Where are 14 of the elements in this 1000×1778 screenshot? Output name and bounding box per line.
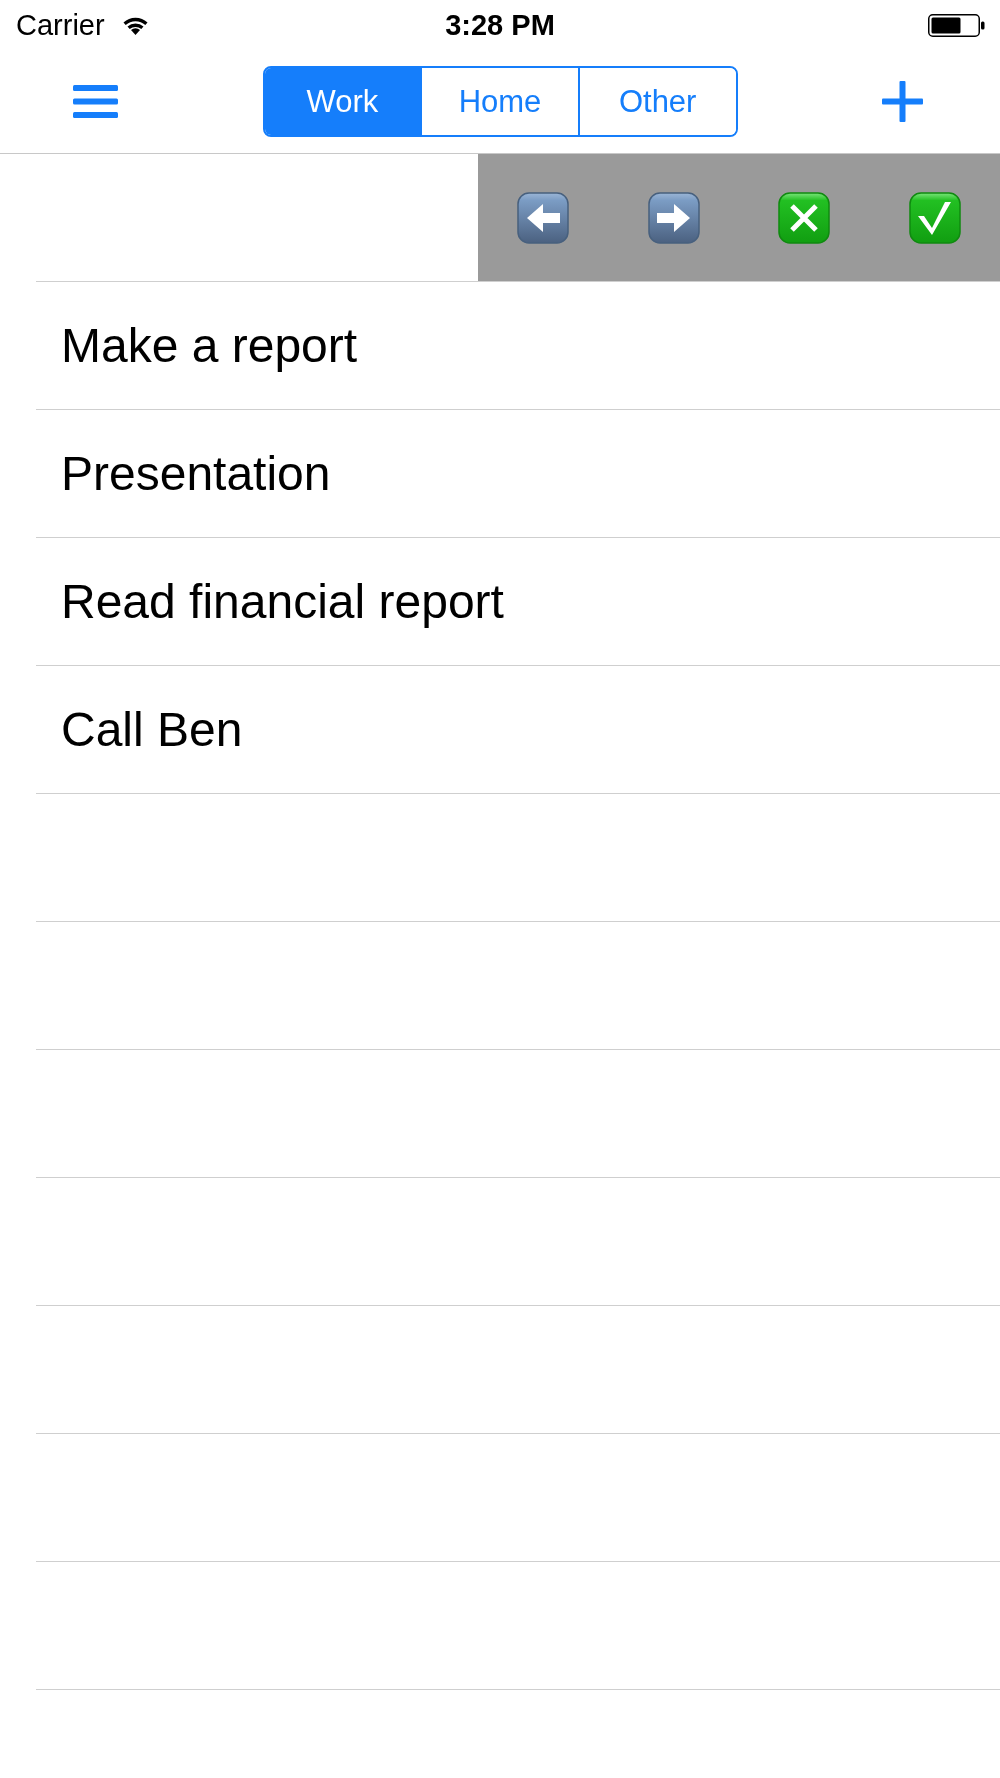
task-row[interactable]: Call Ben — [0, 666, 1000, 793]
plus-icon[interactable] — [882, 81, 923, 122]
status-time: 3:28 PM — [445, 8, 555, 42]
menu-icon[interactable] — [73, 85, 118, 118]
task-row[interactable]: Read financial report — [0, 538, 1000, 665]
segment-tab[interactable]: Other — [577, 68, 736, 135]
segment-tab[interactable]: Work — [264, 68, 421, 135]
battery-icon — [928, 13, 985, 37]
checkmark-icon[interactable] — [908, 191, 961, 244]
task-row[interactable]: Make a report — [0, 282, 1000, 409]
carrier-name: Carrier — [16, 8, 105, 42]
task-row[interactable]: Presentation — [0, 410, 1000, 537]
wifi-icon — [121, 15, 149, 35]
cross-icon[interactable] — [778, 191, 831, 244]
